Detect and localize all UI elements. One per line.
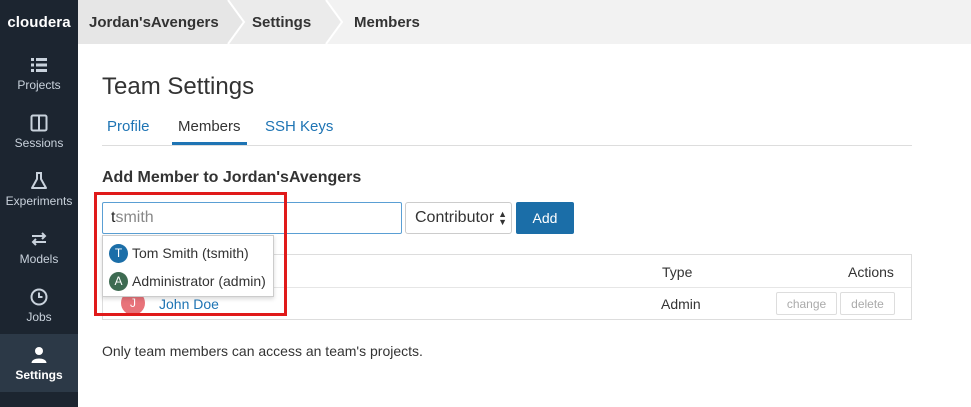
sidebar-item-settings[interactable]: Settings <box>0 334 78 392</box>
arrows-icon <box>31 231 47 246</box>
select-arrows-icon: ▲ ▼ <box>498 209 507 227</box>
sidebar-item-jobs[interactable]: Jobs <box>0 276 78 334</box>
sidebar-item-label: Experiments <box>5 193 73 208</box>
sidebar-item-sessions[interactable]: Sessions <box>0 102 78 160</box>
role-select[interactable]: Contributor ▲ ▼ <box>405 202 512 234</box>
breadcrumb-team[interactable]: Jordan'sAvengers <box>89 0 219 44</box>
flask-icon <box>31 171 47 189</box>
breadcrumb-members: Members <box>354 13 420 31</box>
sidebar-item-projects[interactable]: Projects <box>0 44 78 102</box>
list-icon <box>31 57 47 72</box>
tab-profile[interactable]: Profile <box>101 118 156 145</box>
team-access-note: Only team members can access an team's p… <box>102 343 423 359</box>
settings-tabs: Profile Members SSH Keys <box>102 118 912 146</box>
highlight-annotation <box>94 192 287 316</box>
breadcrumb-settings[interactable]: Settings <box>252 0 311 44</box>
role-select-value: Contributor <box>415 209 495 226</box>
column-header-type: Type <box>662 264 693 280</box>
add-member-title: Add Member to Jordan'sAvengers <box>102 169 362 186</box>
sidebar-item-label: Settings <box>15 367 63 382</box>
breadcrumb: Jordan'sAvengers Settings Members <box>78 0 971 44</box>
add-member-button[interactable]: Add <box>516 202 574 234</box>
sidebar-item-label: Projects <box>17 77 61 92</box>
sidebar-item-label: Sessions <box>14 135 64 150</box>
column-header-actions: Actions <box>848 264 894 280</box>
cloudera-logo[interactable]: cloudera <box>0 0 78 44</box>
tab-members[interactable]: Members <box>172 118 247 145</box>
delete-button[interactable]: delete <box>840 292 895 315</box>
sidebar-item-experiments[interactable]: Experiments <box>0 160 78 218</box>
clock-icon <box>30 288 48 305</box>
sidebar-item-label: Models <box>19 251 59 266</box>
change-button[interactable]: change <box>776 292 837 315</box>
member-type: Admin <box>661 296 701 312</box>
sessions-icon <box>30 114 48 131</box>
tab-ssh-keys[interactable]: SSH Keys <box>259 118 339 145</box>
sidebar-item-label: Jobs <box>26 309 52 324</box>
page-title: Team Settings <box>102 73 255 100</box>
user-icon <box>31 346 47 363</box>
sidebar: cloudera Projects Sessions Experiments M… <box>0 0 78 407</box>
sidebar-item-models[interactable]: Models <box>0 218 78 276</box>
